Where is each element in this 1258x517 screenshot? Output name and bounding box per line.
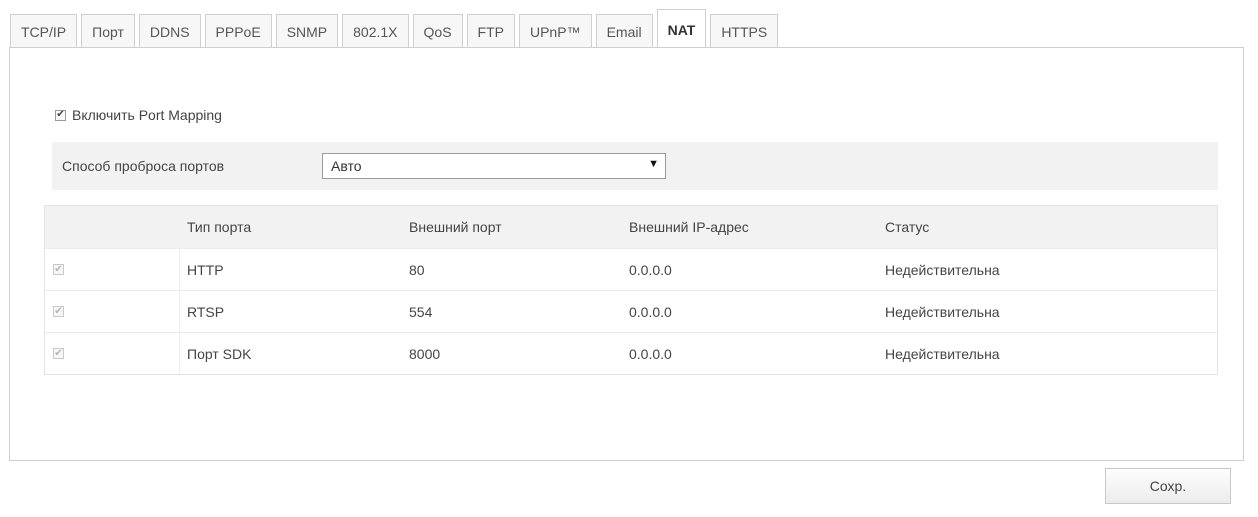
table-row: ✔ RTSP 554 0.0.0.0 Недействительна bbox=[45, 290, 1217, 332]
header-external-port: Внешний порт bbox=[409, 219, 502, 235]
tab-https[interactable]: HTTPS bbox=[710, 14, 779, 48]
row-external-port: 8000 bbox=[409, 345, 441, 362]
row-port-type: Порт SDK bbox=[187, 345, 252, 362]
row-external-ip: 0.0.0.0 bbox=[629, 345, 672, 362]
row-external-ip: 0.0.0.0 bbox=[629, 261, 672, 278]
check-icon: ✔ bbox=[54, 263, 63, 275]
port-mapping-checkbox[interactable]: ✔ bbox=[55, 109, 66, 121]
tab-nat[interactable]: NAT bbox=[656, 9, 707, 49]
row-external-port: 80 bbox=[409, 261, 425, 278]
header-port-type: Тип порта bbox=[187, 219, 252, 235]
row-external-ip: 0.0.0.0 bbox=[629, 303, 672, 320]
tab-snmp[interactable]: SNMP bbox=[275, 14, 339, 48]
tab-tcpip[interactable]: TCP/IP bbox=[10, 14, 78, 48]
table-header: Тип порта Внешний порт Внешний IP-адрес … bbox=[45, 206, 1217, 248]
row-status: Недействительна bbox=[885, 345, 1000, 362]
check-icon: ✔ bbox=[56, 109, 65, 120]
tab-qos[interactable]: QoS bbox=[412, 14, 463, 48]
mapping-mode-select[interactable]: Авто ▼ bbox=[322, 153, 666, 179]
nat-settings-page: TCP/IP Порт DDNS PPPoE SNMP 802.1X QoS F… bbox=[0, 0, 1258, 517]
tab-bar: TCP/IP Порт DDNS PPPoE SNMP 802.1X QoS F… bbox=[10, 8, 782, 49]
row-checkbox[interactable]: ✔ bbox=[53, 264, 64, 275]
mapping-mode-row: Способ проброса портов Авто ▼ bbox=[52, 142, 1218, 190]
port-mapping-table: Тип порта Внешний порт Внешний IP-адрес … bbox=[44, 205, 1218, 375]
mapping-mode-label: Способ проброса портов bbox=[62, 158, 225, 174]
mapping-mode-value: Авто bbox=[331, 158, 362, 174]
tab-ddns[interactable]: DDNS bbox=[138, 14, 201, 48]
dropdown-arrow-icon: ▼ bbox=[648, 158, 659, 170]
check-icon: ✔ bbox=[54, 305, 63, 317]
tab-port[interactable]: Порт bbox=[81, 14, 135, 48]
table-row: ✔ Порт SDK 8000 0.0.0.0 Недействительна bbox=[45, 332, 1217, 374]
check-icon: ✔ bbox=[54, 347, 63, 359]
row-port-type: RTSP bbox=[187, 303, 225, 320]
row-external-port: 554 bbox=[409, 303, 433, 320]
port-mapping-enable-row: ✔ Включить Port Mapping bbox=[55, 107, 222, 123]
table-row: ✔ HTTP 80 0.0.0.0 Недействительна bbox=[45, 248, 1217, 290]
row-status: Недействительна bbox=[885, 261, 1000, 278]
tab-email[interactable]: Email bbox=[595, 14, 653, 48]
column-divider bbox=[179, 248, 180, 374]
tab-ftp[interactable]: FTP bbox=[466, 14, 515, 48]
tab-8021x[interactable]: 802.1X bbox=[342, 14, 409, 48]
row-checkbox[interactable]: ✔ bbox=[53, 348, 64, 359]
header-status: Статус bbox=[885, 219, 930, 235]
tab-upnp[interactable]: UPnP™ bbox=[518, 14, 592, 48]
port-mapping-label: Включить Port Mapping bbox=[72, 107, 222, 123]
row-status: Недействительна bbox=[885, 303, 1000, 320]
header-external-ip: Внешний IP-адрес bbox=[629, 219, 749, 235]
row-checkbox[interactable]: ✔ bbox=[53, 306, 64, 317]
save-button[interactable]: Сохр. bbox=[1105, 468, 1231, 504]
tab-pppoe[interactable]: PPPoE bbox=[204, 14, 272, 48]
row-port-type: HTTP bbox=[187, 261, 224, 278]
